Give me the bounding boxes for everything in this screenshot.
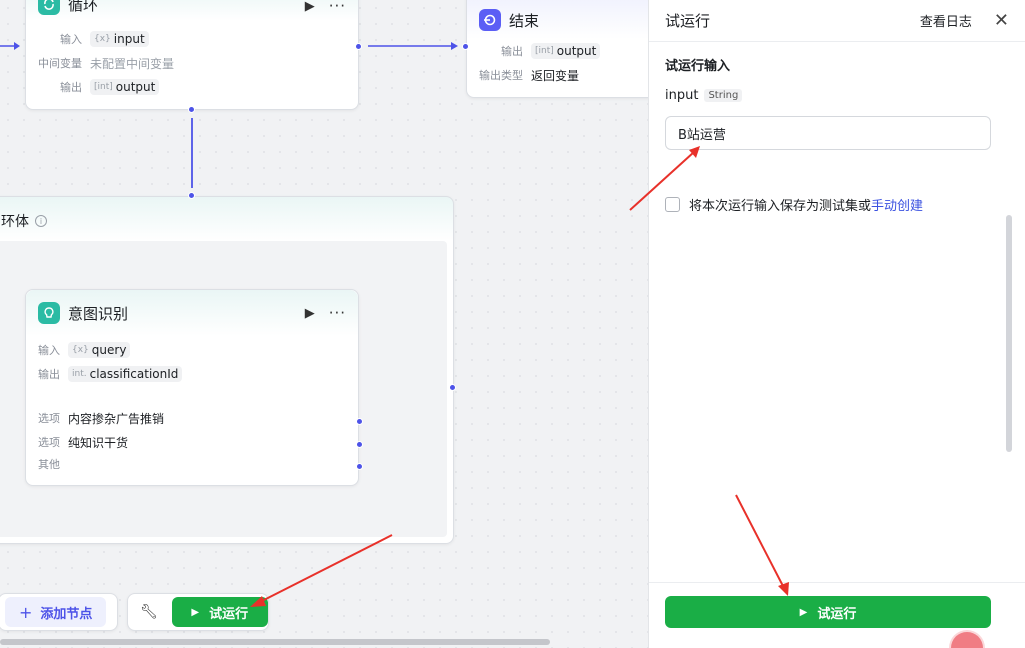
panel-footer-divider [649, 582, 1025, 583]
more-icon[interactable]: ··· [329, 0, 346, 15]
intent-option-1: 选项 内容掺杂广告推销 [38, 411, 165, 426]
manual-create-link[interactable]: 手动创建 [871, 195, 923, 214]
intent-node-title: 意图识别 [68, 304, 129, 323]
intent-option-1-port[interactable] [356, 418, 363, 425]
loop-node[interactable]: 循环 ▶ ··· 输入 {x} input 中间变量 未配置中间变量 输出 [in… [25, 0, 359, 110]
section-title: 试运行输入 [665, 59, 731, 74]
play-icon: ▶ [799, 606, 808, 618]
horizontal-scrollbar[interactable] [0, 639, 550, 645]
test-run-panel: 试运行 查看日志 ✕ 试运行输入 input String 将本次运行输入保存为… [648, 0, 1025, 648]
intent-row-output: 输出 int. classificationId [26, 362, 358, 386]
loop-row-input: 输入 {x} input [26, 27, 358, 51]
end-node-header: 结束 [467, 0, 648, 39]
end-row-output-type: 输出类型 返回变量 [479, 68, 580, 83]
loop-row-output: 输出 [int] output [26, 75, 358, 99]
loop-body-output-port[interactable] [449, 384, 456, 391]
end-node[interactable]: 结束 输出 [int] output 输出类型 返回变量 [466, 0, 648, 98]
end-input-port[interactable] [462, 43, 469, 50]
end-icon [479, 9, 501, 31]
input-field[interactable] [665, 116, 991, 150]
intent-node-header: 意图识别 ▶ ··· [26, 290, 358, 336]
input-field-label: input String [665, 88, 743, 103]
add-node-group: + 添加节点 [0, 593, 118, 631]
type-tag: String [704, 89, 743, 102]
intent-option-other-port[interactable] [356, 463, 363, 470]
info-icon[interactable]: i [35, 215, 47, 227]
end-node-title: 结束 [509, 11, 540, 30]
canvas-run-button[interactable]: ▶ 试运行 [171, 597, 268, 627]
wire-arrowhead [14, 42, 20, 50]
loop-node-title: 循环 [68, 0, 99, 14]
wrench-icon[interactable]: 🔧︎ [140, 604, 158, 620]
more-icon[interactable]: ··· [329, 304, 346, 322]
save-testset-checkbox[interactable] [665, 197, 680, 212]
loop-body-port-top[interactable] [188, 106, 195, 113]
end-row-output: 输出 [int] output [467, 39, 648, 63]
add-node-button[interactable]: + 添加节点 [5, 597, 107, 627]
play-icon[interactable]: ▶ [305, 306, 315, 321]
wire-arrowhead [451, 42, 458, 50]
save-testset-row: 将本次运行输入保存为测试集或 手动创建 [665, 195, 923, 214]
run-tool-group: 🔧︎ ▶ 试运行 [127, 593, 269, 631]
intent-option-2-port[interactable] [356, 441, 363, 448]
loop-row-intermediate: 中间变量 未配置中间变量 [38, 56, 175, 71]
workflow-canvas[interactable]: 循环 ▶ ··· 输入 {x} input 中间变量 未配置中间变量 输出 [in… [0, 0, 648, 648]
loop-node-header: 循环 ▶ ··· [26, 0, 358, 21]
panel-title: 试运行 [665, 12, 711, 30]
play-icon[interactable]: ▶ [305, 0, 315, 14]
loop-output-port[interactable] [355, 43, 362, 50]
play-icon: ▶ [191, 606, 200, 618]
plus-icon: + [19, 602, 33, 622]
intent-row-input: 输入 {x} query [26, 338, 358, 362]
lightbulb-icon [38, 302, 60, 324]
panel-run-button[interactable]: ▶ 试运行 [665, 596, 991, 628]
loop-body-input-port[interactable] [188, 192, 195, 199]
view-logs-link[interactable]: 查看日志 [920, 11, 972, 30]
intent-node[interactable]: 意图识别 ▶ ··· 输入 {x} query 输出 int. classifica… [25, 289, 359, 486]
intent-option-2: 选项 纯知识干货 [38, 435, 129, 450]
panel-scrollbar[interactable] [1006, 215, 1012, 452]
panel-header: 试运行 查看日志 ✕ [649, 0, 1025, 42]
intent-option-other: 其他 [38, 458, 60, 471]
close-icon[interactable]: ✕ [994, 11, 1009, 30]
loop-icon [38, 0, 60, 15]
loop-body-title: 环体 [1, 214, 29, 230]
